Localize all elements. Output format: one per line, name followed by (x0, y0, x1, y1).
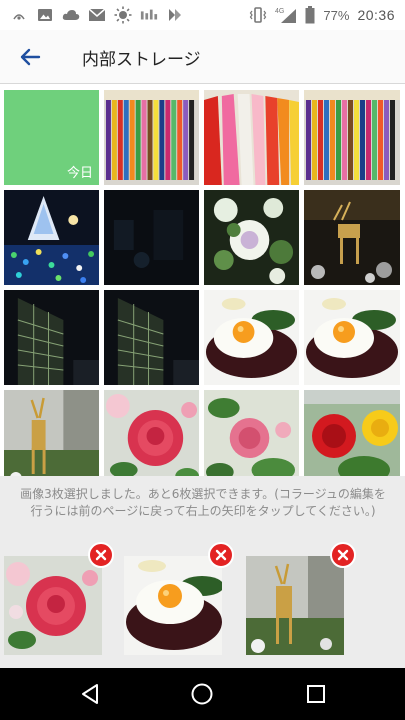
selected-photo-image (246, 556, 344, 655)
close-icon (337, 549, 349, 561)
circle-home-icon (191, 683, 213, 705)
battery-icon (305, 6, 315, 24)
mail-icon (88, 6, 106, 24)
dark-night-scene-image (104, 190, 199, 285)
nav-recents-button[interactable] (302, 680, 330, 708)
office-tower-night-image (104, 290, 199, 385)
nav-back-button[interactable] (76, 680, 104, 708)
pink-rose-image (104, 390, 199, 485)
page-title: 内部ストレージ (82, 50, 201, 70)
photo-thumbnail[interactable] (4, 190, 99, 285)
remove-selection-button[interactable] (330, 542, 356, 568)
cell-signal-icon: 4G (275, 6, 297, 24)
photo-thumbnail[interactable] (204, 190, 299, 285)
nfc-icon (10, 6, 28, 24)
nav-home-button[interactable] (188, 680, 216, 708)
selected-photo[interactable] (124, 542, 234, 655)
office-tower-night-image (4, 290, 99, 385)
triangle-back-icon (82, 684, 98, 704)
reindeer-illumination-image (304, 190, 400, 285)
today-tile[interactable]: 今日 (4, 90, 99, 185)
brightness-icon (114, 6, 132, 24)
system-indicators: 4G 77% 20:36 (249, 4, 395, 26)
app-bar: 内部ストレージ (0, 30, 405, 84)
red-and-yellow-roses-image (304, 390, 400, 485)
fried-egg-hamburg-steak-image (124, 556, 222, 655)
battery-percent: 77% (323, 7, 350, 23)
photo-thumbnail[interactable] (304, 190, 400, 285)
colored-pencils-closeup-image (204, 90, 299, 185)
photo-thumbnail[interactable] (204, 390, 299, 485)
close-icon (215, 549, 227, 561)
photo-thumbnail[interactable] (204, 290, 299, 385)
svg-text:4G: 4G (275, 8, 284, 15)
pink-rose-image (204, 390, 299, 485)
pink-rose-image (4, 556, 102, 655)
golden-reindeer-image (246, 556, 344, 655)
vibrate-icon (249, 6, 267, 24)
photo-thumbnail[interactable] (4, 290, 99, 385)
navigation-bar (0, 668, 405, 720)
colored-pencils-image (104, 90, 199, 185)
back-button[interactable] (14, 41, 46, 73)
golden-reindeer-image (4, 390, 99, 485)
colored-pencils-image (304, 90, 400, 185)
square-recents-icon (307, 685, 325, 703)
selection-tray: 画像3枚選択しました。あと6枚選択できます。(コラージュの編集を行うには前のペー… (0, 476, 405, 668)
image-icon (36, 6, 54, 24)
selected-photo-image (4, 556, 102, 655)
photo-grid: 今日 (4, 90, 401, 485)
selected-photo[interactable] (246, 542, 356, 655)
photo-thumbnail[interactable] (4, 390, 99, 485)
photo-thumbnail[interactable] (104, 290, 199, 385)
cloud-icon (62, 6, 80, 24)
fried-egg-hamburg-steak-image (204, 290, 299, 385)
status-bar: 4G 77% 20:36 (0, 0, 405, 30)
clock: 20:36 (357, 7, 395, 23)
selected-photo-image (124, 556, 222, 655)
signal-text-icon (140, 6, 158, 24)
photo-thumbnail[interactable] (304, 90, 400, 185)
close-icon (95, 549, 107, 561)
selected-photo[interactable] (4, 542, 114, 655)
fried-egg-hamburg-steak-image (304, 290, 400, 385)
app-icon (166, 6, 184, 24)
remove-selection-button[interactable] (208, 542, 234, 568)
photo-thumbnail[interactable] (304, 290, 400, 385)
arrow-left-icon (20, 48, 41, 66)
photo-thumbnail[interactable] (104, 90, 199, 185)
photo-thumbnail[interactable] (104, 390, 199, 485)
selection-message: 画像3枚選択しました。あと6枚選択できます。(コラージュの編集を行うには前のペー… (20, 487, 386, 518)
notification-icons (10, 4, 184, 26)
photo-thumbnail[interactable] (204, 90, 299, 185)
photo-thumbnail[interactable] (104, 190, 199, 285)
illuminated-tree-night-image (4, 190, 99, 285)
ornamental-cabbage-image (204, 190, 299, 285)
remove-selection-button[interactable] (88, 542, 114, 568)
today-label: 今日 (66, 166, 93, 181)
photo-thumbnail[interactable] (304, 390, 400, 485)
